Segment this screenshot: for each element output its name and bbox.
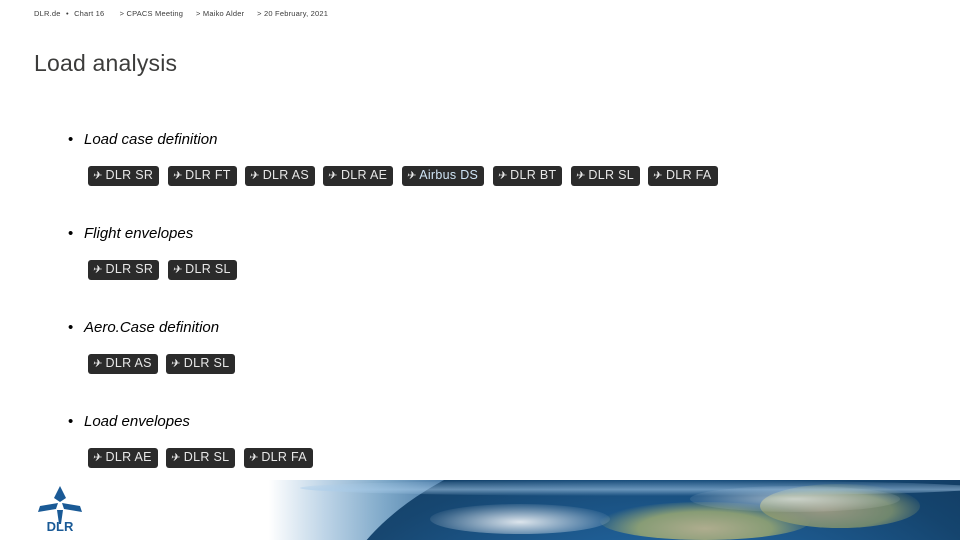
tag-label: DLR FT xyxy=(185,168,231,182)
section-heading: Load case definition xyxy=(84,131,218,148)
tag-dlr-bt[interactable]: ✈ DLR BT xyxy=(492,166,563,186)
tag-label: DLR AS xyxy=(262,168,309,182)
tag-label: Airbus DS xyxy=(419,168,479,182)
tag-row: ✈ DLR SR ✈ DLR FT ✈ DLR AS ✈ DLR AE ✈ Airbus … xyxy=(0,166,960,192)
tag-label: DLR SR xyxy=(105,262,154,276)
cloud-shape xyxy=(430,504,610,534)
airplane-icon: ✈ xyxy=(652,170,665,182)
dlr-logo: DLR xyxy=(30,486,90,532)
breadcrumb-part-2: > CPACS Meeting xyxy=(119,9,184,18)
airplane-icon: ✈ xyxy=(405,170,418,182)
airplane-icon: ✈ xyxy=(171,170,184,182)
airplane-icon: ✈ xyxy=(247,452,260,464)
slide-content: • Load case definition ✈ DLR SR ✈ DLR FT ✈… xyxy=(0,130,960,474)
section-heading: Aero.Case definition xyxy=(84,319,220,336)
tag-label: DLR FA xyxy=(665,168,712,182)
section-load-envelopes: • Load envelopes ✈ DLR AE ✈ DLR SL ✈ DLR FA xyxy=(0,412,960,474)
tag-dlr-as[interactable]: ✈ DLR AS xyxy=(245,166,315,186)
tag-label: DLR AS xyxy=(105,356,152,370)
airplane-icon: ✈ xyxy=(171,264,184,276)
tag-dlr-sl[interactable]: ✈ DLR SL xyxy=(166,448,236,468)
airplane-icon: ✈ xyxy=(169,452,183,464)
dlr-logo-text: DLR xyxy=(47,519,74,532)
breadcrumb-separator: • xyxy=(65,9,69,18)
tag-row: ✈ DLR SR ✈ DLR SL xyxy=(0,260,960,286)
bullet-row: • Load case definition xyxy=(0,130,960,158)
airplane-icon: ✈ xyxy=(91,452,104,464)
tag-dlr-sl[interactable]: ✈ DLR SL xyxy=(167,260,237,280)
airplane-icon: ✈ xyxy=(91,264,104,276)
tag-label: DLR SL xyxy=(183,356,230,370)
breadcrumb: DLR.de • Chart 16 > CPACS Meeting > Maik… xyxy=(34,9,328,18)
page-title: Load analysis xyxy=(34,50,178,76)
tag-label: DLR BT xyxy=(510,168,557,182)
bullet-row: • Aero.Case definition xyxy=(0,318,960,346)
tag-label: DLR AE xyxy=(340,168,388,182)
airplane-icon: ✈ xyxy=(91,358,104,370)
tag-dlr-sl[interactable]: ✈ DLR SL xyxy=(166,354,236,374)
airplane-icon: ✈ xyxy=(574,170,587,182)
bullet-marker: • xyxy=(68,413,74,430)
tag-row: ✈ DLR AS ✈ DLR SL xyxy=(0,354,960,380)
tag-label: DLR SL xyxy=(185,262,231,276)
section-flight-envelopes: • Flight envelopes ✈ DLR SR ✈ DLR SL xyxy=(0,224,960,286)
breadcrumb-part-3: > Maiko Alder xyxy=(196,9,245,18)
airplane-icon: ✈ xyxy=(496,170,509,182)
tag-dlr-as[interactable]: ✈ DLR AS xyxy=(88,354,158,374)
tag-dlr-sr[interactable]: ✈ DLR SR xyxy=(88,166,160,186)
airplane-icon: ✈ xyxy=(91,170,104,182)
section-aerocase-definition: • Aero.Case definition ✈ DLR AS ✈ DLR SL xyxy=(0,318,960,380)
airplane-icon: ✈ xyxy=(248,170,261,182)
tag-dlr-ae[interactable]: ✈ DLR AE xyxy=(323,166,394,186)
breadcrumb-part-0: DLR.de xyxy=(34,9,61,18)
airplane-icon: ✈ xyxy=(327,170,340,182)
bullet-marker: • xyxy=(68,319,74,336)
bullet-marker: • xyxy=(68,225,74,242)
bullet-row: • Flight envelopes xyxy=(0,224,960,252)
section-heading: Load envelopes xyxy=(84,413,190,430)
tag-label: DLR SL xyxy=(588,168,634,182)
atmosphere-glow xyxy=(300,480,960,496)
tag-dlr-fa[interactable]: ✈ DLR FA xyxy=(243,448,313,468)
tag-label: DLR AE xyxy=(105,450,152,464)
tag-airbus-ds[interactable]: ✈ Airbus DS xyxy=(401,166,485,186)
tag-label: DLR SL xyxy=(183,450,230,464)
tag-dlr-sr[interactable]: ✈ DLR SR xyxy=(88,260,160,280)
tag-label: DLR FA xyxy=(261,450,307,464)
tag-dlr-ft[interactable]: ✈ DLR FT xyxy=(167,166,237,186)
tag-label: DLR SR xyxy=(105,168,154,182)
section-heading: Flight envelopes xyxy=(84,225,194,242)
tag-dlr-fa[interactable]: ✈ DLR FA xyxy=(648,166,718,186)
breadcrumb-part-1: Chart 16 xyxy=(74,9,105,18)
breadcrumb-part-4: > 20 February, 2021 xyxy=(257,9,329,18)
airplane-icon: ✈ xyxy=(169,358,183,370)
footer-earth-image xyxy=(0,480,960,540)
tag-dlr-sl[interactable]: ✈ DLR SL xyxy=(570,166,640,186)
section-load-case-definition: • Load case definition ✈ DLR SR ✈ DLR FT ✈… xyxy=(0,130,960,192)
tag-row: ✈ DLR AE ✈ DLR SL ✈ DLR FA xyxy=(0,448,960,474)
bullet-row: • Load envelopes xyxy=(0,412,960,440)
tag-dlr-ae[interactable]: ✈ DLR AE xyxy=(88,448,158,468)
bullet-marker: • xyxy=(68,131,74,148)
